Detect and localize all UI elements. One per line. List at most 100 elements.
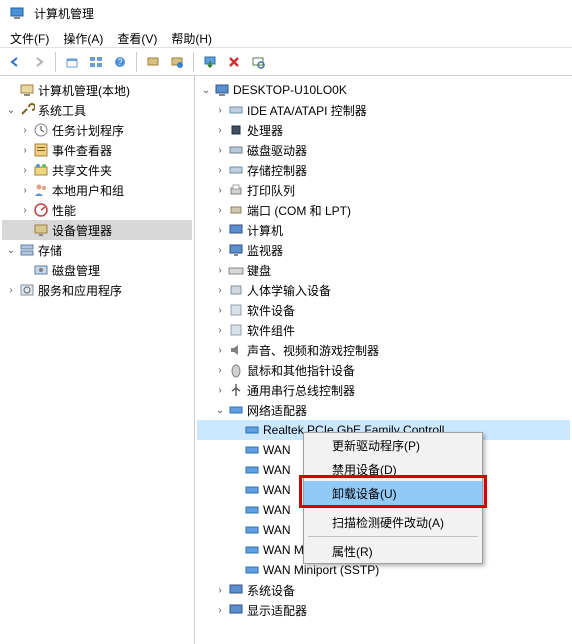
node-usb[interactable]: 通用串行总线控制器 — [247, 382, 355, 399]
update-driver-button[interactable] — [199, 51, 221, 73]
hid-icon — [228, 282, 244, 298]
nic-icon — [244, 442, 260, 458]
tree-task-scheduler[interactable]: 任务计划程序 — [52, 122, 124, 139]
node-computer[interactable]: 计算机 — [247, 222, 283, 239]
node-wan[interactable]: WAN — [263, 463, 291, 477]
computer-mgmt-icon — [19, 82, 35, 98]
tree-storage[interactable]: 存储 — [38, 242, 62, 259]
up-button[interactable] — [61, 51, 83, 73]
expander-icon[interactable]: ⌄ — [213, 403, 227, 417]
expander-icon[interactable]: › — [213, 603, 227, 617]
software-comp-icon — [228, 322, 244, 338]
window-title: 计算机管理 — [34, 5, 94, 22]
node-wan[interactable]: WAN — [263, 483, 291, 497]
node-ports[interactable]: 端口 (COM 和 LPT) — [247, 202, 351, 219]
expander-icon[interactable]: › — [4, 283, 18, 297]
node-processor[interactable]: 处理器 — [247, 122, 283, 139]
app-icon — [9, 5, 25, 21]
expander-icon[interactable]: › — [213, 263, 227, 277]
node-wan[interactable]: WAN — [263, 443, 291, 457]
node-display[interactable]: 显示适配器 — [247, 602, 307, 619]
toolbar: ? — [0, 48, 572, 76]
expander-icon[interactable]: › — [213, 143, 227, 157]
device-button[interactable] — [142, 51, 164, 73]
expander-icon[interactable]: › — [213, 243, 227, 257]
node-monitor[interactable]: 监视器 — [247, 242, 283, 259]
menu-help[interactable]: 帮助(H) — [165, 28, 218, 45]
node-disk-drive[interactable]: 磁盘驱动器 — [247, 142, 307, 159]
expander-icon[interactable]: › — [213, 583, 227, 597]
tree-root[interactable]: 计算机管理(本地) — [38, 82, 130, 99]
expander-icon[interactable]: ⌄ — [4, 243, 18, 257]
node-desktop[interactable]: DESKTOP-U10LO0K — [233, 83, 347, 97]
forward-button[interactable] — [28, 51, 50, 73]
display-icon — [228, 602, 244, 618]
expander-icon[interactable]: › — [213, 303, 227, 317]
expander-icon[interactable]: › — [213, 383, 227, 397]
audio-icon — [228, 342, 244, 358]
node-system-dev[interactable]: 系统设备 — [247, 582, 295, 599]
tree-services[interactable]: 服务和应用程序 — [38, 282, 122, 299]
node-mouse[interactable]: 鼠标和其他指针设备 — [247, 362, 355, 379]
node-wan[interactable]: WAN — [263, 503, 291, 517]
expander-icon[interactable]: › — [18, 143, 32, 157]
menu-separator — [308, 536, 478, 537]
tree-event-viewer[interactable]: 事件查看器 — [52, 142, 112, 159]
expander-icon[interactable]: › — [213, 123, 227, 137]
node-print-queue[interactable]: 打印队列 — [247, 182, 295, 199]
ctx-scan-hardware[interactable]: 扫描检测硬件改动(A) — [304, 510, 482, 534]
node-wan[interactable]: WAN — [263, 523, 291, 537]
list-button[interactable] — [85, 51, 107, 73]
expander-icon[interactable]: ⌄ — [4, 103, 18, 117]
monitor-icon — [228, 242, 244, 258]
expander-icon[interactable]: › — [213, 163, 227, 177]
menu-action[interactable]: 操作(A) — [57, 28, 109, 45]
tree-system-tools[interactable]: 系统工具 — [38, 102, 86, 119]
menu-file[interactable]: 文件(F) — [4, 28, 55, 45]
expander-icon[interactable]: › — [213, 343, 227, 357]
tree-local-users[interactable]: 本地用户和组 — [52, 182, 124, 199]
node-hid[interactable]: 人体学输入设备 — [247, 282, 331, 299]
print-queue-icon — [228, 182, 244, 198]
expander-icon[interactable]: › — [213, 203, 227, 217]
back-button[interactable] — [4, 51, 26, 73]
help-button[interactable]: ? — [109, 51, 131, 73]
expander-icon[interactable]: › — [213, 183, 227, 197]
ctx-uninstall-device[interactable]: 卸载设备(U) — [304, 481, 482, 505]
expander-icon[interactable]: › — [213, 363, 227, 377]
nic-icon — [244, 422, 260, 438]
scan-hardware-button[interactable] — [247, 51, 269, 73]
menu-view[interactable]: 查看(V) — [111, 28, 163, 45]
expander-icon[interactable]: › — [18, 183, 32, 197]
expander-icon[interactable]: › — [213, 103, 227, 117]
node-wan-sstp[interactable]: WAN Miniport (SSTP) — [263, 563, 379, 577]
expander-icon[interactable]: › — [18, 203, 32, 217]
expander-icon[interactable]: › — [213, 223, 227, 237]
node-software-dev[interactable]: 软件设备 — [247, 302, 295, 319]
node-storage-ctrl[interactable]: 存储控制器 — [247, 162, 307, 179]
expander-icon[interactable]: ⌄ — [199, 83, 213, 97]
node-network[interactable]: 网络适配器 — [247, 402, 307, 419]
refresh-button[interactable] — [166, 51, 188, 73]
tree-device-manager[interactable]: 设备管理器 — [52, 222, 112, 239]
context-menu: 更新驱动程序(P) 禁用设备(D) 卸载设备(U) 扫描检测硬件改动(A) 属性… — [303, 432, 483, 564]
expander-icon[interactable]: › — [18, 123, 32, 137]
node-ide[interactable]: IDE ATA/ATAPI 控制器 — [247, 102, 367, 119]
expander-icon[interactable]: › — [213, 283, 227, 297]
expander-icon[interactable]: › — [213, 323, 227, 337]
expander-icon[interactable]: › — [18, 163, 32, 177]
node-keyboard[interactable]: 键盘 — [247, 262, 271, 279]
tree-disk-mgmt[interactable]: 磁盘管理 — [52, 262, 100, 279]
left-tree[interactable]: ▸计算机管理(本地) ⌄系统工具 ›任务计划程序 ›事件查看器 ›共享文件夹 ›… — [0, 76, 195, 644]
ctx-disable-device[interactable]: 禁用设备(D) — [304, 457, 482, 481]
uninstall-device-button[interactable] — [223, 51, 245, 73]
tree-performance[interactable]: 性能 — [52, 202, 76, 219]
ctx-properties[interactable]: 属性(R) — [304, 539, 482, 563]
node-audio[interactable]: 声音、视频和游戏控制器 — [247, 342, 379, 359]
node-software-comp[interactable]: 软件组件 — [247, 322, 295, 339]
ide-icon — [228, 102, 244, 118]
tree-shared-folders[interactable]: 共享文件夹 — [52, 162, 112, 179]
right-tree[interactable]: ⌄ DESKTOP-U10LO0K › IDE ATA/ATAPI 控制器 › 处理器… — [195, 76, 572, 644]
ctx-update-driver[interactable]: 更新驱动程序(P) — [304, 433, 482, 457]
menu-separator — [308, 507, 478, 508]
